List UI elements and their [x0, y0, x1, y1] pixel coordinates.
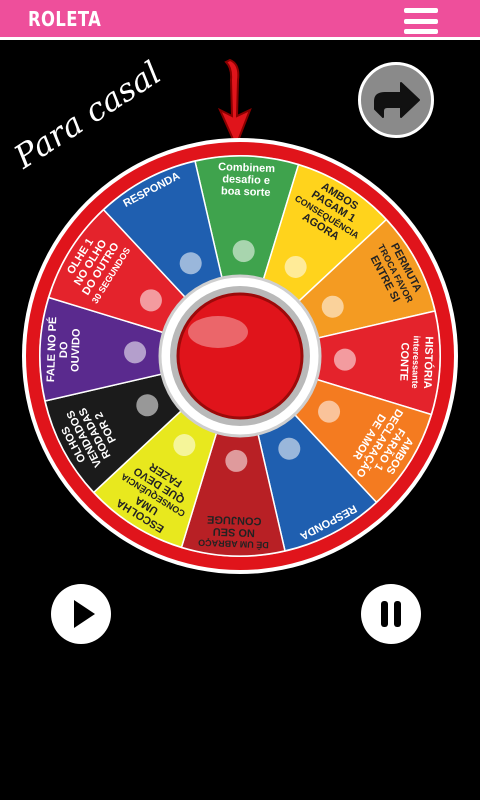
pause-icon — [381, 601, 401, 627]
share-button[interactable] — [358, 62, 434, 138]
segment-text: HISTÓRIA — [421, 336, 436, 389]
segment-text: CONTE — [397, 342, 410, 381]
menu-icon — [404, 8, 438, 13]
menu-icon-bar — [404, 18, 438, 24]
pause-button[interactable] — [361, 584, 421, 644]
segment-text: OUVIDO — [69, 328, 83, 372]
segment-text: interessante — [410, 335, 422, 388]
menu-icon-bar — [404, 29, 438, 34]
segment-text: CONJUGE — [207, 513, 262, 527]
center-button-shine — [188, 316, 248, 348]
play-button[interactable] — [51, 584, 111, 644]
menu-button[interactable] — [404, 8, 438, 34]
segment-text: boa sorte — [221, 185, 271, 199]
segment-text: FALE NO PÉ — [44, 317, 59, 383]
spin-center-button[interactable] — [176, 292, 304, 420]
roulette-wheel[interactable]: Combinemdesafio eboa sorte AMBOSPAGAM 1CO… — [20, 136, 460, 576]
pointer-arrow-icon — [217, 58, 252, 148]
segment-text: DO — [58, 341, 71, 358]
app-title: ROLETA — [28, 7, 102, 31]
app-bar: ROLETA — [0, 0, 480, 40]
play-icon — [74, 600, 95, 628]
share-icon — [374, 82, 420, 118]
